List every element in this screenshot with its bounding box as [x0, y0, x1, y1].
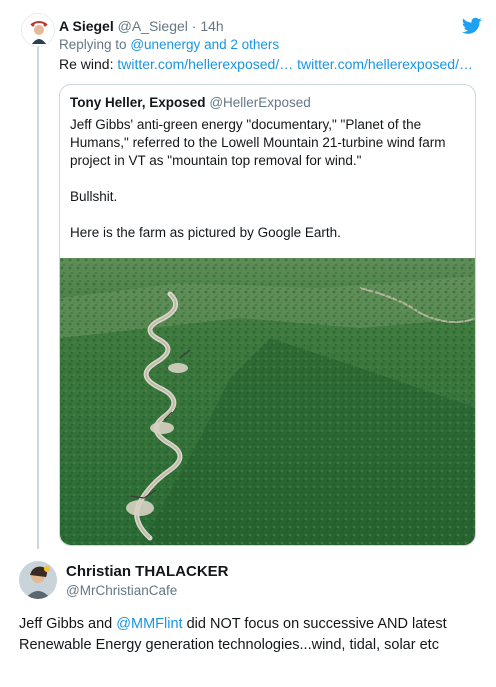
aerial-photo-wind-farm[interactable] [60, 258, 476, 546]
tweet-body-prefix: Re wind: [59, 56, 114, 72]
author-handle[interactable]: @A_Siegel [118, 18, 188, 34]
quoted-author-handle: @HellerExposed [209, 95, 311, 110]
replying-to-handle[interactable]: @unenergy [130, 37, 200, 52]
quoted-tweet-header: Tony Heller, Exposed @HellerExposed [70, 95, 311, 110]
tweet-link-1[interactable]: twitter.com/hellerexposed/… [117, 56, 293, 72]
thread-connector-line [37, 44, 39, 549]
tweet-time[interactable]: 14h [200, 18, 223, 34]
separator-dot: · [191, 18, 197, 34]
replying-prefix: Replying to [59, 37, 127, 52]
quoted-paragraph: Here is the farm as pictured by Google E… [70, 225, 341, 240]
reply-author-name[interactable]: Christian THALACKER [66, 563, 229, 580]
quoted-paragraph: Bullshit. [70, 189, 118, 204]
mention-link[interactable]: @MMFlint [116, 616, 182, 632]
quoted-paragraph: Jeff Gibbs' anti-green energy "documenta… [70, 117, 446, 168]
quoted-tweet-text: Jeff Gibbs' anti-green energy "documenta… [70, 116, 470, 242]
reply-tweet-text: Jeff Gibbs and @MMFlint did NOT focus on… [19, 614, 479, 656]
replying-to-line: Replying to @unenergy and 2 others [59, 37, 279, 52]
quoted-tweet-card[interactable]: Tony Heller, Exposed @HellerExposed Jeff… [59, 84, 476, 546]
tweet-body: Re wind: twitter.com/hellerexposed/… twi… [59, 56, 473, 72]
avatar[interactable] [21, 13, 55, 47]
reply-text-before: Jeff Gibbs and [19, 616, 117, 632]
twitter-bird-icon[interactable] [462, 17, 482, 35]
reply-author-handle[interactable]: @MrChristianCafe [66, 583, 177, 598]
quoted-author-name: Tony Heller, Exposed [70, 95, 206, 110]
avatar-image [23, 15, 54, 46]
avatar-image [19, 561, 57, 599]
avatar[interactable] [19, 561, 57, 599]
author-name[interactable]: A Siegel [59, 18, 114, 34]
tweet-header: A Siegel @A_Siegel · 14h [59, 17, 224, 35]
replying-to-others[interactable]: and 2 others [204, 37, 279, 52]
tweet-link-2[interactable]: twitter.com/hellerexposed/… [297, 56, 473, 72]
